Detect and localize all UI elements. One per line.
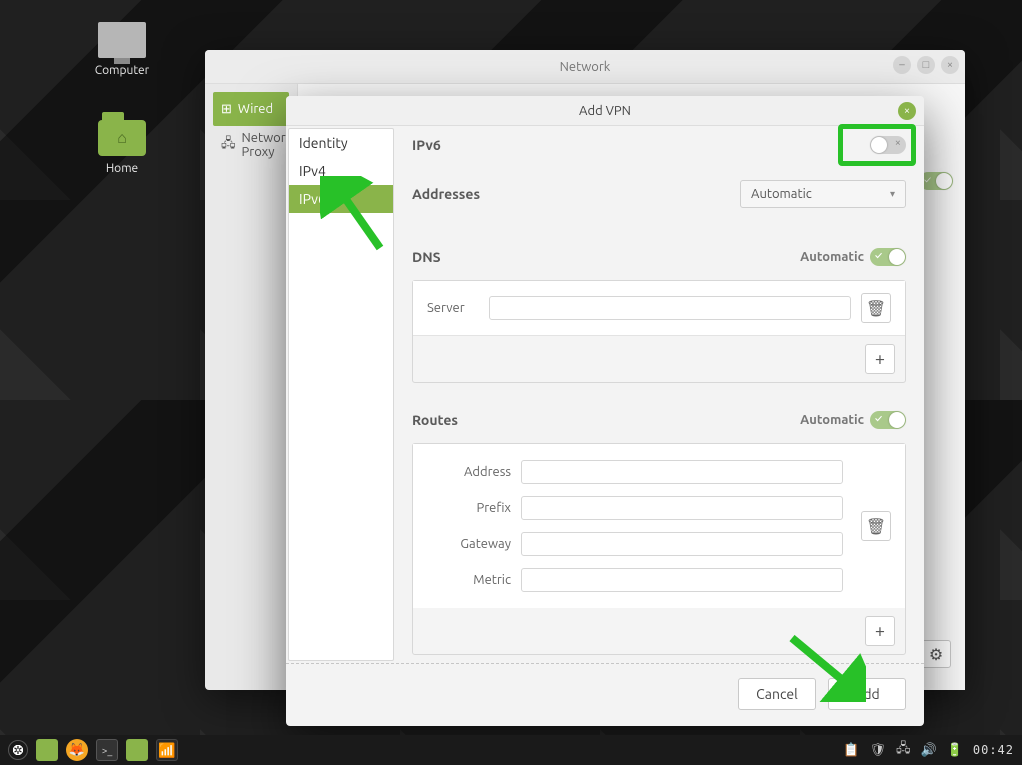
window-titlebar[interactable]: Network – □ × [205,50,965,84]
addresses-mode-value: Automatic [751,187,812,201]
route-add-button[interactable]: + [865,616,895,646]
trash-icon: 🗑 [866,517,886,536]
ipv6-enable-toggle[interactable] [870,136,906,154]
route-metric-input[interactable] [521,568,843,592]
routes-box: Address Prefix Gateway Metric [412,443,906,655]
vpn-settings-panel: IPv6 Addresses Automatic ▾ DNS Automatic [394,126,924,663]
route-gateway-input[interactable] [521,532,843,556]
dns-automatic-label: Automatic [800,250,864,264]
addresses-mode-select[interactable]: Automatic ▾ [740,180,906,208]
taskbar-firefox-icon[interactable]: 🦊 [66,739,88,761]
dns-server-input[interactable] [489,296,851,320]
desktop-icon-label: Home [82,162,162,175]
dns-remove-button[interactable]: 🗑 [861,293,891,323]
sidebar-item-label: Network Proxy [242,131,293,159]
gear-icon: ⚙ [929,645,943,664]
tab-ipv6[interactable]: IPv6 [289,185,393,213]
route-prefix-label: Prefix [427,501,511,515]
taskbar-clock[interactable]: 00:42 [973,743,1014,757]
taskbar-files-open-icon[interactable] [126,739,148,761]
chevron-down-icon: ▾ [890,188,895,200]
wired-enable-toggle[interactable] [919,172,953,190]
computer-icon [98,22,146,58]
window-title: Network [560,60,611,74]
dns-label: DNS [412,249,441,265]
routes-automatic-label: Automatic [800,413,864,427]
minimize-button[interactable]: – [893,56,911,74]
vpn-tabs-sidebar: Identity IPv4 IPv6 [288,128,394,661]
desktop-icon-label: Computer [82,64,162,77]
route-prefix-input[interactable] [521,496,843,520]
tab-ipv4[interactable]: IPv4 [289,157,393,185]
tab-identity[interactable]: Identity [289,129,393,157]
taskbar-network-icon[interactable]: 📶 [156,739,178,761]
close-button[interactable]: × [941,56,959,74]
taskbar-terminal-icon[interactable]: >_ [96,739,118,761]
sidebar-item-wired[interactable]: ⊞ Wired [213,92,289,126]
network-category-sidebar: ⊞ Wired 🖧 Network Proxy [205,84,297,690]
network-proxy-icon: 🖧 [221,134,236,156]
tray-volume-icon[interactable]: 🔊 [921,743,937,758]
cancel-button[interactable]: Cancel [738,678,816,710]
addresses-label: Addresses [412,186,480,202]
tray-shield-icon[interactable]: 🛡 [869,743,886,758]
dns-automatic-toggle[interactable] [870,248,906,266]
tray-battery-icon[interactable]: 🔋 [947,743,963,758]
ipv6-heading: IPv6 [412,137,441,153]
routes-label: Routes [412,412,458,428]
add-button[interactable]: Add [828,678,906,710]
route-gateway-label: Gateway [427,537,511,551]
dialog-close-button[interactable]: × [898,102,916,120]
route-metric-label: Metric [427,573,511,587]
taskbar-files-icon[interactable] [36,739,58,761]
sidebar-item-proxy[interactable]: 🖧 Network Proxy [213,128,289,162]
tray-network-icon[interactable]: 🖧 [896,739,911,761]
connection-settings-button[interactable]: ⚙ [921,640,951,668]
route-remove-button[interactable]: 🗑 [861,511,891,541]
dns-add-button[interactable]: + [865,344,895,374]
taskbar[interactable]: ✲ 🦊 >_ 📶 📋 🛡 🖧 🔊 🔋 00:42 [0,735,1022,765]
home-folder-icon [98,120,146,156]
dialog-title: Add VPN [579,104,631,118]
close-icon: × [904,105,910,117]
dialog-titlebar[interactable]: Add VPN × [286,96,924,126]
start-menu-button[interactable]: ✲ [8,740,28,760]
tray-clipboard-icon[interactable]: 📋 [843,743,859,758]
network-wired-icon: ⊞ [221,102,232,117]
desktop-icon-home[interactable]: Home [82,120,162,175]
dialog-action-bar: Cancel Add [286,663,924,726]
sidebar-item-label: Wired [238,102,273,116]
route-address-input[interactable] [521,460,843,484]
desktop-icon-computer[interactable]: Computer [82,22,162,77]
add-vpn-dialog: Add VPN × Identity IPv4 IPv6 IPv6 Addres… [286,96,924,726]
trash-icon: 🗑 [866,299,886,318]
dns-server-label: Server [427,301,479,315]
route-address-label: Address [427,465,511,479]
dns-servers-box: Server 🗑 + [412,280,906,383]
routes-automatic-toggle[interactable] [870,411,906,429]
maximize-button[interactable]: □ [917,56,935,74]
